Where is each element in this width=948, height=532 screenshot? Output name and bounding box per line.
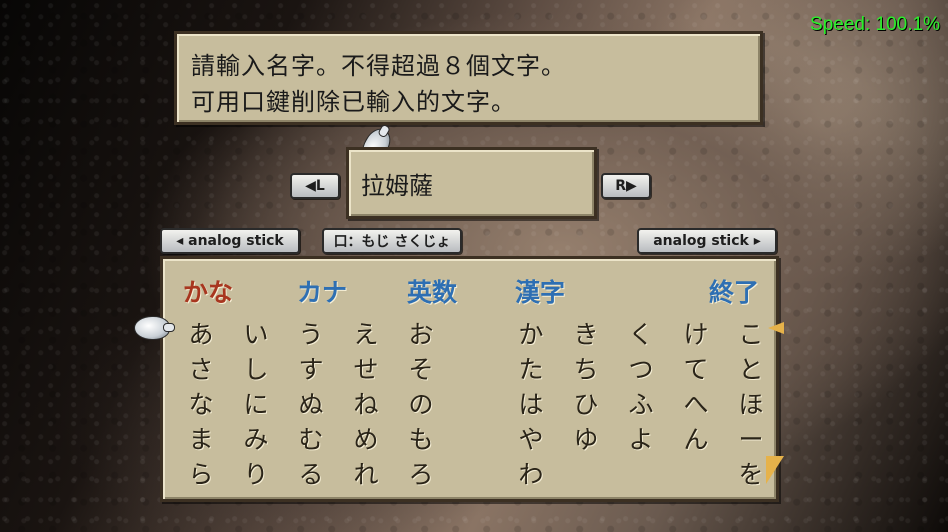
name-entry-value: 拉姆薩	[361, 172, 433, 200]
delete-character-button[interactable]: 口：もじ さくじょ	[322, 228, 462, 254]
tab-hiragana[interactable]: かな	[183, 273, 233, 309]
kana-key[interactable]: か	[511, 315, 551, 351]
kana-key[interactable]: な	[181, 385, 221, 421]
kana-key[interactable]: こ	[731, 315, 771, 351]
kana-key[interactable]: わ	[511, 455, 551, 491]
tab-alphanumeric[interactable]: 英数	[407, 273, 457, 309]
scroll-down-arrow-icon[interactable]	[766, 456, 784, 484]
kana-key[interactable]: き	[566, 315, 606, 351]
character-grid: かな カナ 英数 漢字 終了 あいうえお かきくけこさしすせそ たちつてとなにぬねの…	[160, 256, 779, 502]
kana-key[interactable]: と	[731, 350, 771, 386]
kana-key[interactable]: ね	[346, 385, 386, 421]
kana-key[interactable]: ま	[181, 420, 221, 456]
kana-key[interactable]: ら	[181, 455, 221, 491]
kana-key[interactable]: る	[291, 455, 331, 491]
name-entry-box[interactable]: 拉姆薩	[346, 147, 597, 219]
kana-key[interactable]: め	[346, 420, 386, 456]
kana-key[interactable]: ふ	[621, 385, 661, 421]
kana-key[interactable]: お	[401, 315, 441, 351]
kana-key[interactable]: れ	[346, 455, 386, 491]
kana-key[interactable]: し	[236, 350, 276, 386]
kana-key[interactable]: つ	[621, 350, 661, 386]
kana-key[interactable]: い	[236, 315, 276, 351]
speed-indicator: Speed: 100.1%	[810, 14, 940, 35]
analog-stick-right-button[interactable]: analog stick ▸	[637, 228, 777, 254]
kana-key[interactable]: を	[731, 455, 771, 491]
kana-key[interactable]: り	[236, 455, 276, 491]
instruction-line-2: 可用口鍵削除已輸入的文字。	[191, 88, 516, 116]
kana-key[interactable]: て	[676, 350, 716, 386]
kana-key[interactable]: け	[676, 315, 716, 351]
kana-key[interactable]: ん	[676, 420, 716, 456]
kana-key[interactable]: み	[236, 420, 276, 456]
kana-key[interactable]: ほ	[731, 385, 771, 421]
kana-key[interactable]: の	[401, 385, 441, 421]
tab-kanji[interactable]: 漢字	[515, 273, 565, 309]
kana-key[interactable]: さ	[181, 350, 221, 386]
kana-key[interactable]: ゆ	[566, 420, 606, 456]
kana-key[interactable]: や	[511, 420, 551, 456]
r-shoulder-button[interactable]: R▶	[601, 173, 651, 199]
kana-key[interactable]: も	[401, 420, 441, 456]
kana-key[interactable]: す	[291, 350, 331, 386]
kana-key[interactable]: そ	[401, 350, 441, 386]
kana-key[interactable]: あ	[181, 315, 221, 351]
kana-key[interactable]: む	[291, 420, 331, 456]
kana-key[interactable]: に	[236, 385, 276, 421]
kana-key[interactable]: ぬ	[291, 385, 331, 421]
tab-katakana[interactable]: カナ	[297, 273, 347, 309]
row-marker-arrow-icon	[768, 322, 784, 334]
kana-key[interactable]: よ	[621, 420, 661, 456]
kana-key[interactable]: ひ	[566, 385, 606, 421]
analog-stick-left-button[interactable]: ◂ analog stick	[160, 228, 300, 254]
kana-key[interactable]: ち	[566, 350, 606, 386]
kana-key[interactable]: く	[621, 315, 661, 351]
kana-key[interactable]: た	[511, 350, 551, 386]
kana-key[interactable]: へ	[676, 385, 716, 421]
kana-key[interactable]: せ	[346, 350, 386, 386]
selection-hand-icon	[134, 316, 175, 340]
kana-key[interactable]: う	[291, 315, 331, 351]
instruction-box: 請輸入名字。不得超過８個文字。 可用口鍵削除已輸入的文字。	[174, 31, 763, 125]
instruction-line-1: 請輸入名字。不得超過８個文字。	[191, 52, 566, 80]
kana-key[interactable]: ろ	[401, 455, 441, 491]
kana-key[interactable]: ー	[731, 420, 771, 456]
kana-key[interactable]: え	[346, 315, 386, 351]
kana-key[interactable]: は	[511, 385, 551, 421]
tab-finish[interactable]: 終了	[709, 273, 759, 309]
l-shoulder-button[interactable]: ◀L	[290, 173, 340, 199]
